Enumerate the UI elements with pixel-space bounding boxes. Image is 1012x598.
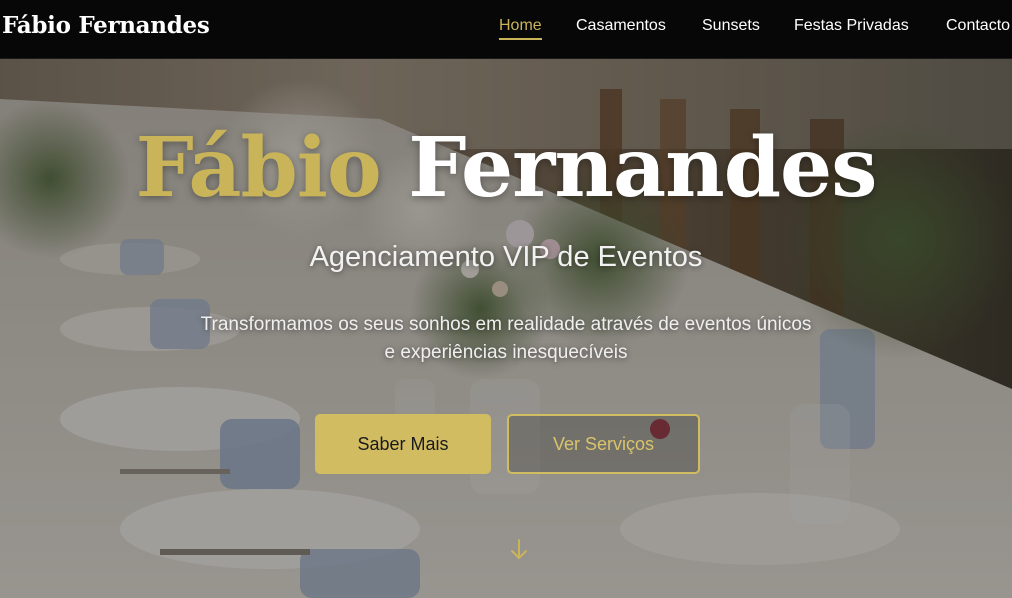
top-navigation-bar: Fábio Fernandes Home Casamentos Sunsets … <box>0 0 1012 59</box>
nav-item-sunsets[interactable]: Sunsets <box>702 17 760 35</box>
nav-item-casamentos[interactable]: Casamentos <box>576 17 666 35</box>
hero-description: Transformamos os seus sonhos em realidad… <box>200 314 812 363</box>
nav-item-festas-privadas[interactable]: Festas Privadas <box>794 17 909 35</box>
hero-title: Fábio Fernandes <box>0 127 1012 209</box>
saber-mais-button[interactable]: Saber Mais <box>315 414 491 474</box>
nav-item-home[interactable]: Home <box>499 17 542 40</box>
arrow-down-icon[interactable] <box>506 537 532 563</box>
hero-section: Fábio Fernandes Agenciamento VIP de Even… <box>0 59 1012 598</box>
main-nav: Home Casamentos Sunsets Festas Privadas … <box>0 0 1012 58</box>
ver-servicos-button[interactable]: Ver Serviços <box>507 414 700 474</box>
hero-title-last-name: Fernandes <box>408 120 877 216</box>
nav-item-contacto[interactable]: Contacto <box>946 17 1010 35</box>
hero-subtitle: Agenciamento VIP de Eventos <box>309 241 703 273</box>
hero-title-first-name: Fábio <box>135 120 382 216</box>
page: Fábio Fernandes Home Casamentos Sunsets … <box>0 0 1012 598</box>
